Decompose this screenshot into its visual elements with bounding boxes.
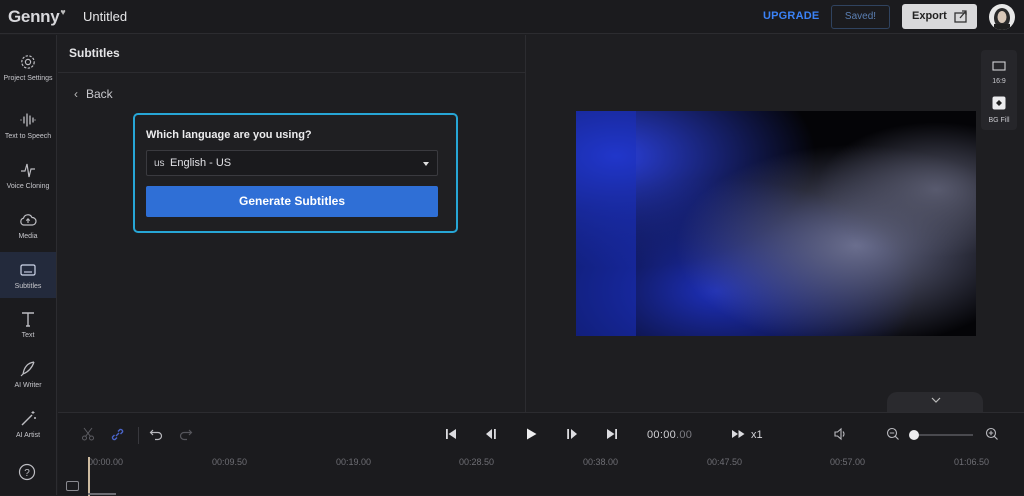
sidebar-item-project-settings[interactable]: Project Settings [0,49,56,95]
subtitle-track-icon [66,481,79,491]
sidebar-item-ai-writer[interactable]: AI Writer [0,356,56,402]
sidebar-item-label: Voice Cloning [6,183,50,190]
cut-icon[interactable] [81,427,95,441]
volume-icon[interactable] [833,427,847,441]
sidebar-item-voice-cloning[interactable]: Voice Cloning [0,157,56,203]
ruler-tick-label: 01:06.50 [954,457,990,467]
ruler-tick-label: 00:57.00 [830,457,866,467]
generate-subtitles-button[interactable]: Generate Subtitles [146,186,438,217]
undo-icon[interactable] [149,427,163,441]
chevron-left-icon: ‹ [74,87,78,101]
bg-fill-label: BG Fill [988,117,1010,124]
ruler-tick-label: 00:00.00 [88,457,124,467]
sidebar-item-label: Project Settings [3,75,53,82]
sidebar: Project Settings Text to Speech Voice Cl… [0,35,57,495]
video-preview[interactable] [576,111,976,336]
saved-status-button[interactable]: Saved! [831,5,890,29]
waveform-icon [20,113,36,127]
redo-icon[interactable] [179,427,193,441]
app-logo-text: Genny [8,7,60,26]
aspect-ratio-label: 16:9 [992,78,1006,85]
avatar[interactable] [989,4,1015,30]
cloud-upload-icon [20,214,37,226]
chevron-down-icon [931,397,941,403]
paint-bucket-icon [992,96,1006,110]
back-button[interactable]: ‹ Back [74,87,113,101]
time-ruler[interactable]: 00:00.00 00:09.50 00:19.00 00:28.50 00:3… [88,457,1024,471]
divider [138,427,139,444]
language-selected-value: English - US [170,157,232,169]
timecode-main: 00:00 [647,429,677,441]
upgrade-link[interactable]: UPGRADE [763,10,819,22]
skip-to-start-icon[interactable] [444,427,458,441]
sidebar-item-label: AI Artist [15,432,41,439]
link-icon[interactable] [110,427,125,442]
sidebar-item-ai-artist[interactable]: AI Artist [0,406,56,452]
skip-to-end-icon[interactable] [605,427,619,441]
help-icon[interactable]: ? [18,463,36,481]
step-forward-icon[interactable] [565,427,579,441]
ruler-tick-label: 00:28.50 [459,457,495,467]
zoom-slider-handle[interactable] [909,430,919,440]
export-label: Export [912,10,947,22]
language-select[interactable]: us English - US [146,150,438,176]
sidebar-item-label: AI Writer [14,382,42,389]
playhead[interactable] [88,457,90,496]
ruler-tick-label: 00:19.00 [336,457,372,467]
zoom-slider-track[interactable] [913,434,973,436]
heart-icon: ♥ [60,7,66,17]
export-icon [954,10,967,23]
ruler-tick-label: 00:47.50 [707,457,743,467]
bg-fill-button[interactable]: BG Fill [981,96,1017,124]
back-label: Back [86,87,113,101]
collapse-panel-tab[interactable] [887,392,983,412]
sidebar-item-text[interactable]: Text [0,306,56,352]
aspect-ratio-icon [992,61,1006,71]
subtitles-icon [20,264,36,276]
caret-down-icon [423,162,429,166]
zoom-out-icon[interactable] [886,427,900,441]
aspect-ratio-button[interactable]: 16:9 [981,58,1017,85]
preview-area: 16:9 BG Fill [527,35,1024,412]
sidebar-item-media[interactable]: Media [0,207,56,253]
language-flag-code: us [154,158,165,169]
sidebar-item-label: Text [21,332,35,339]
timecode-fraction: .00 [676,429,693,441]
language-question: Which language are you using? [146,129,312,141]
timecode: 00:00.00 [647,429,692,441]
app-logo[interactable]: Genny♥ [8,7,66,27]
zoom-in-icon[interactable] [985,427,999,441]
voice-clone-icon [21,163,35,178]
top-bar: Genny♥ Untitled UPGRADE Saved! Export [0,0,1024,34]
gear-icon [21,55,35,69]
sidebar-item-label: Subtitles [14,283,42,290]
sidebar-item-subtitles[interactable]: Subtitles [0,252,56,298]
panel-title: Subtitles [69,46,120,60]
magic-wand-icon [21,411,36,426]
timeline: 00:00.00 x1 00:00.00 00:09.50 00:19.00 0… [58,412,1024,496]
fast-forward-icon[interactable] [731,427,746,441]
panel-header: Subtitles [58,35,526,73]
play-icon[interactable] [524,427,538,441]
smoke-image [576,111,976,336]
preview-tools: 16:9 BG Fill [981,50,1017,130]
project-title[interactable]: Untitled [83,9,127,24]
step-back-icon[interactable] [484,427,498,441]
playback-speed[interactable]: x1 [751,429,763,441]
ruler-tick-label: 00:09.50 [212,457,248,467]
subtitles-panel: Subtitles ‹ Back Which language are you u… [58,35,526,412]
sidebar-item-label: Media [18,233,38,240]
language-card: Which language are you using? us English… [133,113,458,233]
sidebar-item-text-to-speech[interactable]: Text to Speech [0,107,56,153]
svg-text:?: ? [24,468,30,479]
text-t-icon [22,312,34,327]
export-button[interactable]: Export [902,4,977,29]
ruler-tick-label: 00:38.00 [583,457,619,467]
sidebar-item-label: Text to Speech [4,133,52,140]
quill-icon [20,361,35,377]
